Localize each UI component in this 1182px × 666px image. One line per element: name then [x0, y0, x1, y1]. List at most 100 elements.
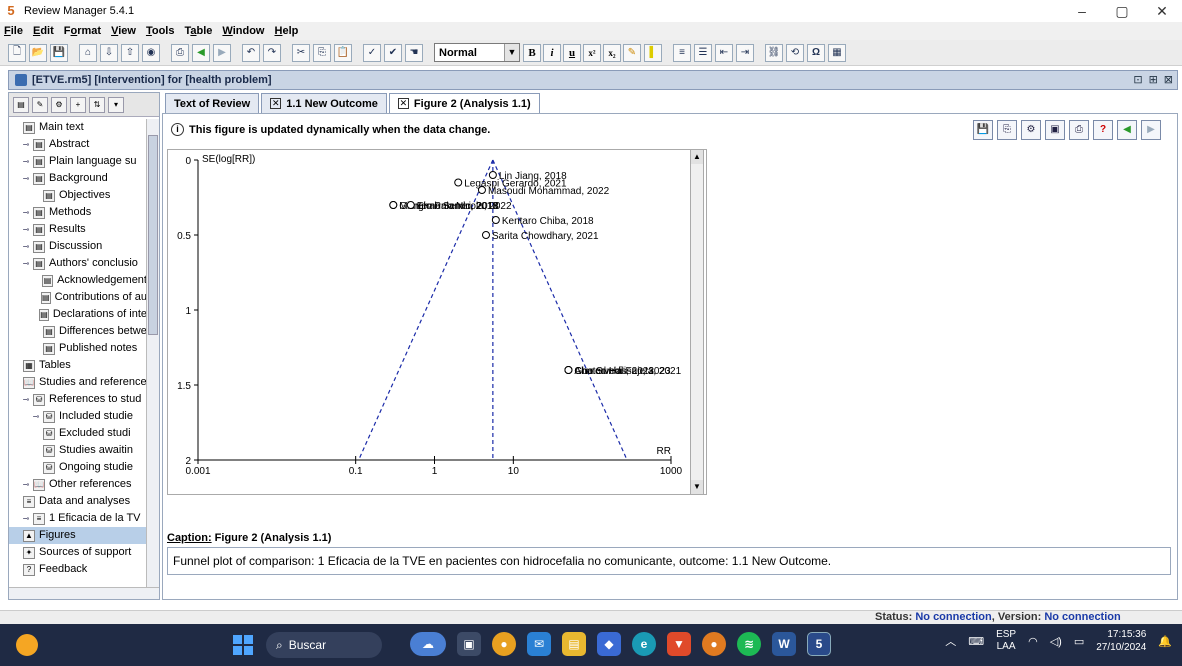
restore-doc-icon[interactable]: ⊡: [1133, 73, 1142, 86]
sidebar-item[interactable]: ▤ Published notes: [9, 340, 147, 357]
sidebar-add-icon[interactable]: +: [70, 96, 86, 113]
bullet-list-icon[interactable]: ☰: [694, 43, 712, 62]
sidebar-item[interactable]: ▤ Acknowledgement: [9, 272, 147, 289]
caption-field[interactable]: Funnel plot of comparison: 1 Eficacia de…: [167, 547, 1171, 575]
help-icon[interactable]: ?: [1093, 120, 1113, 140]
spotify-icon[interactable]: ≋: [737, 632, 761, 656]
nav-icon[interactable]: ◉: [142, 43, 160, 62]
expand-toggle-icon[interactable]: ⊸: [21, 204, 31, 221]
numbered-list-icon[interactable]: ≡: [673, 43, 691, 62]
table-icon[interactable]: ▦: [828, 43, 846, 62]
cut-icon[interactable]: ✂: [292, 43, 310, 62]
windows-start-icon[interactable]: [233, 635, 253, 655]
home-icon[interactable]: ⌂: [79, 43, 97, 62]
maximize-doc-icon[interactable]: ⊞: [1149, 73, 1158, 86]
sidebar-item[interactable]: ⊸ ⛁ Included studie: [9, 408, 147, 425]
upload-icon[interactable]: ⇧: [121, 43, 139, 62]
plot-vertical-scrollbar[interactable]: ▲ ▼: [690, 149, 704, 495]
store-icon[interactable]: ◆: [597, 632, 621, 656]
undo-icon[interactable]: ↶: [242, 43, 260, 62]
scroll-down-icon[interactable]: ▼: [691, 480, 703, 494]
sidebar-item[interactable]: ⊸ ▤ Plain language su: [9, 153, 147, 170]
open-file-icon[interactable]: 📂: [29, 43, 47, 62]
menu-tools[interactable]: Tools: [146, 25, 175, 37]
maximize-button[interactable]: ▢: [1102, 0, 1142, 22]
sidebar-doc-icon[interactable]: ▤: [13, 96, 29, 113]
figure-add-icon[interactable]: ▣: [1045, 120, 1065, 140]
chrome-icon[interactable]: ●: [492, 632, 516, 656]
bold-button[interactable]: B: [523, 43, 541, 62]
expand-toggle-icon[interactable]: ⊸: [21, 238, 31, 255]
sidebar-item[interactable]: ⊸ ▤ Results: [9, 221, 147, 238]
sidebar-item[interactable]: ⊸ ▤ Background: [9, 170, 147, 187]
menu-window[interactable]: Window: [222, 25, 264, 37]
menu-help[interactable]: Help: [275, 25, 299, 37]
expand-toggle-icon[interactable]: ⊸: [21, 476, 31, 493]
link-icon[interactable]: ⛓: [765, 43, 783, 62]
sidebar-item[interactable]: ⊸ 📖 Other references: [9, 476, 147, 493]
mail-icon[interactable]: ✉: [527, 632, 551, 656]
sidebar-item[interactable]: ⛁ Excluded studi: [9, 425, 147, 442]
volume-icon[interactable]: ◁): [1050, 635, 1062, 648]
spellcheck-auto-icon[interactable]: ✔: [384, 43, 402, 62]
scroll-up-icon[interactable]: ▲: [691, 150, 703, 164]
minimize-button[interactable]: –: [1062, 0, 1102, 22]
symbol-omega-icon[interactable]: Ω: [807, 43, 825, 62]
forward-arrow-icon[interactable]: ▶: [213, 43, 231, 62]
paragraph-style-select[interactable]: Normal ▼: [434, 43, 520, 62]
italic-button[interactable]: i: [543, 43, 561, 62]
tab-0[interactable]: Text of Review: [165, 93, 260, 113]
print-figure-icon[interactable]: ⎙: [1069, 120, 1089, 140]
back-arrow-icon[interactable]: ◀: [192, 43, 210, 62]
expand-toggle-icon[interactable]: ⊸: [31, 408, 41, 425]
sidebar-item[interactable]: ⊸ ▤ Authors' conclusio: [9, 255, 147, 272]
copilot-icon[interactable]: ☁: [410, 632, 446, 656]
subscript-button[interactable]: x₂: [603, 43, 621, 62]
spellcheck-icon[interactable]: ✓: [363, 43, 381, 62]
tab-1[interactable]: ✕ 1.1 New Outcome: [261, 93, 387, 113]
sidebar-item[interactable]: ⛁ Studies awaitin: [9, 442, 147, 459]
paste-icon[interactable]: 📋: [334, 43, 352, 62]
menu-view[interactable]: View: [111, 25, 136, 37]
tray-chevron-icon[interactable]: ︿: [945, 633, 956, 649]
sidebar-item[interactable]: ⊸ ⛁ References to stud: [9, 391, 147, 408]
menu-file[interactable]: File: [4, 25, 23, 37]
expand-toggle-icon[interactable]: ⊸: [21, 221, 31, 238]
keyboard-icon[interactable]: ⌨: [968, 635, 984, 648]
sidebar-horizontal-scrollbar[interactable]: [9, 587, 159, 599]
menu-format[interactable]: Format: [64, 25, 101, 37]
task-view-icon[interactable]: ▣: [457, 632, 481, 656]
indent-icon[interactable]: ⇥: [736, 43, 754, 62]
close-tab-icon[interactable]: ✕: [397, 98, 409, 109]
back-arrow-icon[interactable]: ◀: [1117, 120, 1137, 140]
notification-bell-icon[interactable]: 🔔: [1158, 635, 1172, 648]
sidebar-item[interactable]: ▲ Figures: [9, 527, 147, 544]
outdent-icon[interactable]: ⇤: [715, 43, 733, 62]
sidebar-item[interactable]: ▤ Declarations of inte: [9, 306, 147, 323]
figure-properties-icon[interactable]: ⚙: [1021, 120, 1041, 140]
file-explorer-icon[interactable]: ▤: [562, 632, 586, 656]
sidebar-item[interactable]: 📖 Studies and reference: [9, 374, 147, 391]
clock[interactable]: 17:15:36 27/10/2024: [1096, 628, 1146, 654]
tab-2[interactable]: ✕ Figure 2 (Analysis 1.1): [388, 93, 540, 113]
download-icon[interactable]: ⇩: [100, 43, 118, 62]
expand-toggle-icon[interactable]: ⊸: [21, 170, 31, 187]
edge-icon[interactable]: e: [632, 632, 656, 656]
unlink-icon[interactable]: ⟲: [786, 43, 804, 62]
sidebar-item[interactable]: ▤ Objectives: [9, 187, 147, 204]
sidebar-item[interactable]: ▦ Tables: [9, 357, 147, 374]
menu-edit[interactable]: Edit: [33, 25, 54, 37]
sidebar-item[interactable]: ⊸ ▤ Discussion: [9, 238, 147, 255]
sidebar-item[interactable]: ⊸ ≡ 1 Eficacia de la TV: [9, 510, 147, 527]
sidebar-item[interactable]: ✦ Sources of support: [9, 544, 147, 561]
highlight-icon[interactable]: ✎: [623, 43, 641, 62]
brave-icon[interactable]: ▼: [667, 632, 691, 656]
expand-toggle-icon[interactable]: ⊸: [21, 153, 31, 170]
expand-toggle-icon[interactable]: ⊸: [21, 255, 31, 272]
close-doc-icon[interactable]: ⊠: [1164, 73, 1173, 86]
sidebar-sort-icon[interactable]: ⇅: [89, 96, 105, 113]
close-tab-icon[interactable]: ✕: [270, 98, 282, 109]
close-button[interactable]: ✕: [1142, 0, 1182, 22]
wifi-icon[interactable]: ◠: [1028, 635, 1038, 648]
new-file-icon[interactable]: 🗋: [8, 43, 26, 62]
